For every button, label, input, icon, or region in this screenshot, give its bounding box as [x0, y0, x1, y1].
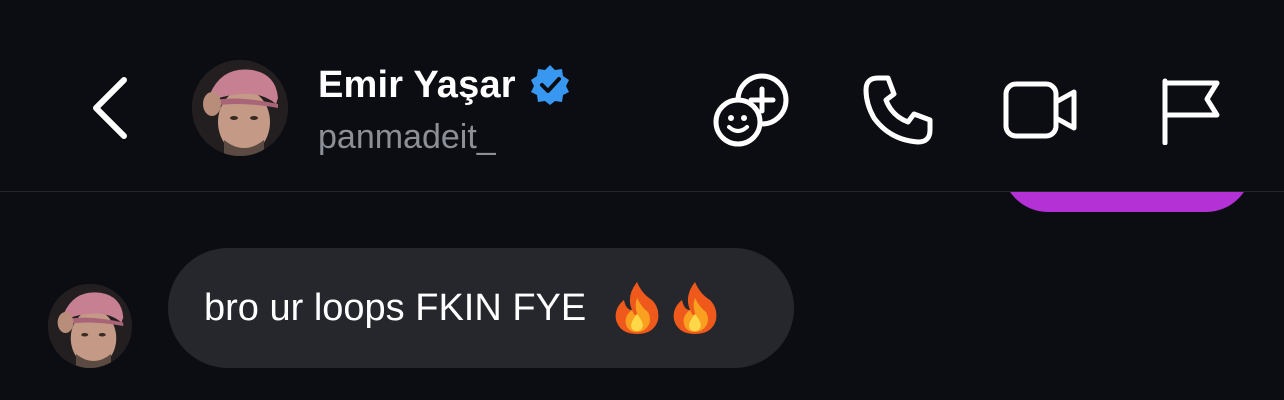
add-participant-button[interactable] [712, 70, 792, 150]
avatar[interactable] [192, 60, 288, 156]
chat-header: Emir Yaşar panmadeit_ [0, 0, 1284, 191]
flag-button[interactable] [1148, 70, 1228, 150]
profile-photo [192, 60, 288, 156]
display-name: Emir Yaşar [318, 63, 516, 106]
verified-badge-icon [530, 65, 569, 105]
message-text: bro ur loops FKIN FYE [204, 286, 587, 329]
contact-info[interactable]: Emir Yaşar panmadeit_ [318, 62, 572, 157]
fire-emoji-icon [615, 282, 659, 334]
emoji-group [604, 280, 720, 336]
chevron-left-icon [93, 77, 127, 139]
back-button[interactable] [80, 70, 140, 146]
incoming-message-bubble[interactable]: bro ur loops FKIN FYE [168, 248, 794, 368]
profile-photo [48, 284, 132, 368]
chat-screen: Emir Yaşar panmadeit_ bro ur loops FKIN … [0, 0, 1284, 400]
video-call-icon [1003, 81, 1077, 139]
sender-avatar[interactable] [48, 284, 132, 368]
username: panmadeit_ [318, 118, 496, 156]
fire-emoji-icon [673, 282, 717, 334]
add-participant-icon [713, 73, 789, 147]
phone-icon [863, 75, 933, 145]
flag-icon [1162, 78, 1220, 145]
voice-call-button[interactable] [858, 70, 938, 150]
video-call-button[interactable] [1000, 70, 1080, 150]
header-divider [0, 191, 1284, 192]
